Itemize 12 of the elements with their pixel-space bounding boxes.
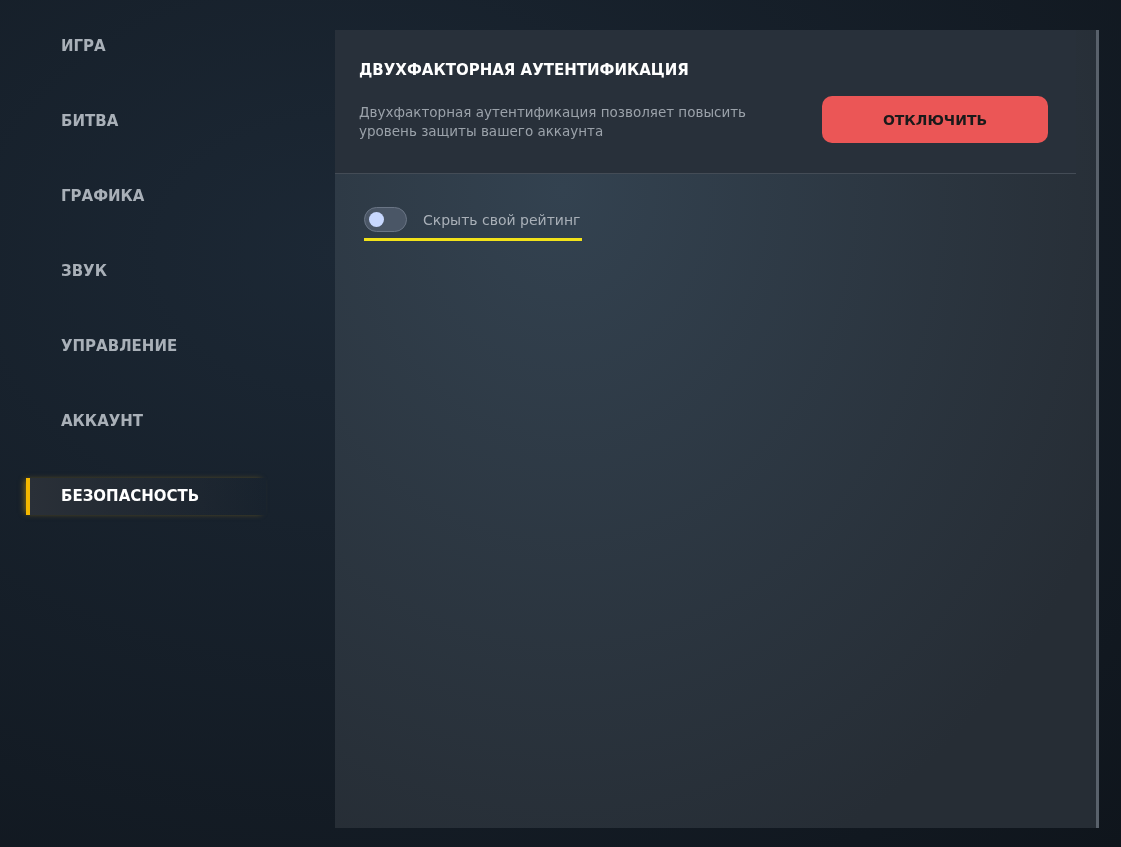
sidebar-item[interactable]: УПРАВЛЕНИЕ (26, 328, 266, 365)
sidebar-item[interactable]: АККАУНТ (26, 403, 266, 440)
sidebar-item[interactable]: БЕЗОПАСНОСТЬ (26, 478, 266, 515)
section-title: ДВУХФАКТОРНАЯ АУТЕНТИФИКАЦИЯ (359, 60, 690, 79)
toggle-label: Скрыть свой рейтинг (423, 211, 581, 228)
sidebar-item[interactable]: ИГРА (26, 28, 266, 65)
toggle-switch[interactable] (364, 207, 407, 232)
sidebar-item[interactable]: ЗВУК (26, 253, 266, 290)
sidebar-item[interactable]: БИТВА (26, 103, 266, 140)
sidebar-item[interactable]: ГРАФИКА (26, 178, 266, 215)
section-description: Двухфакторная аутентификация позволяет повысить уровень защиты вашего аккаунта (359, 102, 748, 141)
disable-button[interactable]: ОТКЛЮЧИТЬ (822, 96, 1048, 143)
